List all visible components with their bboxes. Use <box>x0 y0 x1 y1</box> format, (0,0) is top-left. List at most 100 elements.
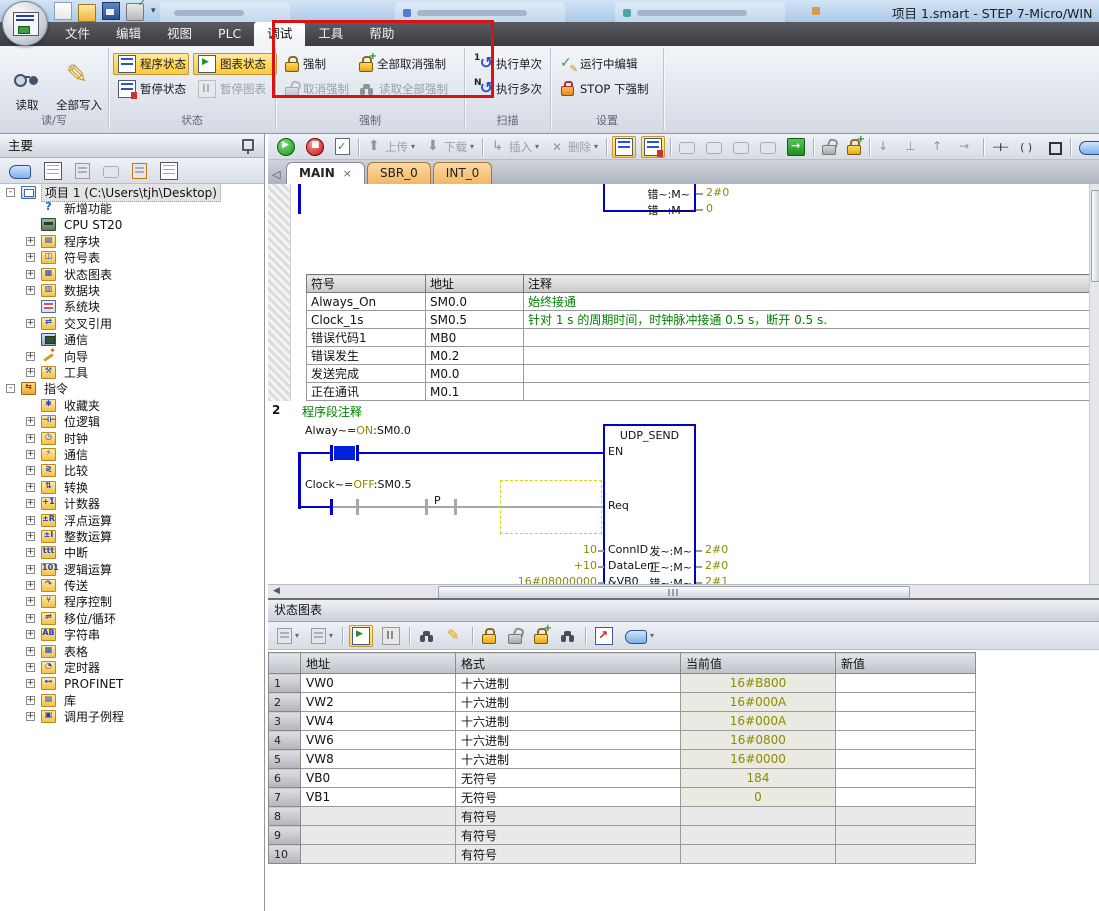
row-number-cell[interactable]: 9 <box>269 826 301 845</box>
dropdown-caret-icon[interactable]: ▾ <box>470 142 474 151</box>
tree-item-库[interactable]: +▤库 <box>0 692 264 708</box>
program-status-toggle-button[interactable] <box>612 136 636 158</box>
dropdown-caret-icon[interactable]: ▾ <box>594 142 598 151</box>
new-value-cell[interactable] <box>836 845 976 864</box>
status-table-row[interactable]: 8有符号 <box>269 807 976 826</box>
status-table-row[interactable]: 4VW6十六进制16#0800 <box>269 731 976 750</box>
expand-icon[interactable]: + <box>26 614 35 623</box>
contact1-powered-fill[interactable] <box>334 446 355 460</box>
insert-button[interactable]: 插入▾ <box>488 137 542 157</box>
format-cell[interactable]: 无符号 <box>456 769 681 788</box>
expand-icon[interactable]: + <box>26 319 35 328</box>
format-cell[interactable]: 十六进制 <box>456 693 681 712</box>
expand-icon[interactable]: + <box>26 630 35 639</box>
monitor-icon[interactable] <box>157 160 181 182</box>
collapse-icon[interactable]: - <box>6 188 15 197</box>
ribbon-button-暂停状态[interactable]: 暂停状态 <box>113 78 189 100</box>
tree-item-逻辑运算[interactable]: +101逻辑运算 <box>0 561 264 577</box>
status-table-row[interactable]: 6VB0无符号184 <box>269 769 976 788</box>
bookmark-clear-button[interactable] <box>757 137 779 156</box>
tree-item-收藏夹[interactable]: ✱收藏夹 <box>0 397 264 413</box>
read-forced-button[interactable] <box>557 627 579 645</box>
expand-icon[interactable]: + <box>26 434 35 443</box>
tree-item-整数运算[interactable]: +±I整数运算 <box>0 528 264 544</box>
status-table-row[interactable]: 2VW2十六进制16#000A <box>269 693 976 712</box>
list-icon[interactable] <box>129 161 150 181</box>
address-cell[interactable] <box>301 845 456 864</box>
expand-icon[interactable]: + <box>26 483 35 492</box>
p-contact-label[interactable]: P <box>434 494 441 507</box>
horizontal-scrollbar[interactable]: ◀ <box>268 584 1099 598</box>
symbol-table-row[interactable]: 错误代码1MB0 <box>307 329 1091 347</box>
ribbon-button-全部取消强制[interactable]: +全部取消强制 <box>354 54 464 74</box>
expand-icon[interactable]: + <box>26 597 35 606</box>
address-cell[interactable]: VW2 <box>301 693 456 712</box>
new-value-cell[interactable] <box>836 750 976 769</box>
ribbon-button-图表状态[interactable]: 图表状态 <box>193 53 277 75</box>
menu-tab-工具[interactable]: 工具 <box>305 22 356 46</box>
tree-item-工具[interactable]: +⚒工具 <box>0 364 264 380</box>
menu-tab-帮助[interactable]: 帮助 <box>356 22 407 46</box>
new-value-cell[interactable] <box>836 826 976 845</box>
expand-icon[interactable]: + <box>26 466 35 475</box>
dropdown-caret-icon[interactable]: ▾ <box>411 142 415 151</box>
row-number-cell[interactable]: 3 <box>269 712 301 731</box>
tree-item-CPU ST20[interactable]: CPU ST20 <box>0 217 264 233</box>
tree-item-状态图表[interactable]: +▦状态图表 <box>0 266 264 282</box>
format-cell[interactable]: 十六进制 <box>456 750 681 769</box>
tree-item-字符串[interactable]: +AB字符串 <box>0 627 264 643</box>
new-value-cell[interactable] <box>836 674 976 693</box>
address-cell[interactable] <box>301 826 456 845</box>
ribbon-button-STOP 下强制[interactable]: STOP 下强制 <box>555 79 653 99</box>
tree-item-符号表[interactable]: +◫符号表 <box>0 250 264 266</box>
expand-icon[interactable]: + <box>26 516 35 525</box>
tree-item-数据块[interactable]: +▥数据块 <box>0 282 264 298</box>
editor-tab-INT_0[interactable]: INT_0 <box>433 162 492 184</box>
format-cell[interactable]: 十六进制 <box>456 674 681 693</box>
ladder-coil-button[interactable] <box>1016 137 1038 157</box>
address-tag-button[interactable]: ▾ <box>1076 137 1099 157</box>
download-button[interactable]: 下载▾ <box>423 137 477 157</box>
expand-icon[interactable]: + <box>26 663 35 672</box>
unforce-all-lock-button[interactable]: + <box>531 626 551 645</box>
editor-tab-SBR_0[interactable]: SBR_0 <box>367 162 431 184</box>
dropdown-caret-icon[interactable]: ▾ <box>650 631 654 640</box>
dropdown-caret-icon[interactable]: ▾ <box>535 142 539 151</box>
status-table-row[interactable]: 7VB1无符号0 <box>269 788 976 807</box>
print-icon[interactable] <box>126 3 144 21</box>
symbol-table-row[interactable]: Always_OnSM0.0始终接通 <box>307 293 1091 311</box>
save-icon[interactable] <box>102 2 120 20</box>
ribbon-button-执行单次[interactable]: 1执行单次 <box>469 54 547 74</box>
expand-icon[interactable]: + <box>26 450 35 459</box>
dropdown-caret-icon[interactable]: ▾ <box>295 631 299 640</box>
format-cell[interactable]: 有符号 <box>456 845 681 864</box>
ribbon-button-取消强制[interactable]: 取消强制 <box>280 79 350 99</box>
expand-icon[interactable]: + <box>26 237 35 246</box>
expand-icon[interactable]: + <box>26 696 35 705</box>
unforce-lock-button[interactable] <box>505 626 525 645</box>
tree-item-中断[interactable]: +ttt中断 <box>0 545 264 561</box>
tree-item-表格[interactable]: +▦表格 <box>0 643 264 659</box>
expand-icon[interactable]: + <box>26 270 35 279</box>
compile-button[interactable] <box>332 136 353 157</box>
format-cell[interactable]: 无符号 <box>456 788 681 807</box>
symbol-table-row[interactable]: Clock_1sSM0.5针对 1 s 的周期时间，时钟脉冲接通 0.5 s，断… <box>307 311 1091 329</box>
format-cell[interactable]: 有符号 <box>456 826 681 845</box>
new-value-cell[interactable] <box>836 712 976 731</box>
vertical-scrollbar[interactable] <box>1089 184 1099 584</box>
bookmark-next-button[interactable] <box>730 137 752 156</box>
row-number-cell[interactable]: 10 <box>269 845 301 864</box>
expand-icon[interactable]: + <box>26 368 35 377</box>
trend-view-button[interactable] <box>592 625 616 647</box>
pause-status-toggle-button[interactable] <box>641 136 665 158</box>
tree-item-交叉引用[interactable]: +⇄交叉引用 <box>0 315 264 331</box>
application-menu-button[interactable] <box>2 1 48 46</box>
ladder-editor-canvas[interactable]: 错~:M~2#0错~:M~0 符号地址注释 Always_OnSM0.0始终接通… <box>268 184 1099 584</box>
chart-sheet-button[interactable]: ▾ <box>274 626 302 646</box>
tree-item-程序块[interactable]: +▤程序块 <box>0 233 264 249</box>
menu-tab-文件[interactable]: 文件 <box>52 22 103 46</box>
expand-icon[interactable]: + <box>26 352 35 361</box>
expand-icon[interactable]: + <box>26 532 35 541</box>
tree-item-程序控制[interactable]: +⑂程序控制 <box>0 594 264 610</box>
new-value-cell[interactable] <box>836 693 976 712</box>
